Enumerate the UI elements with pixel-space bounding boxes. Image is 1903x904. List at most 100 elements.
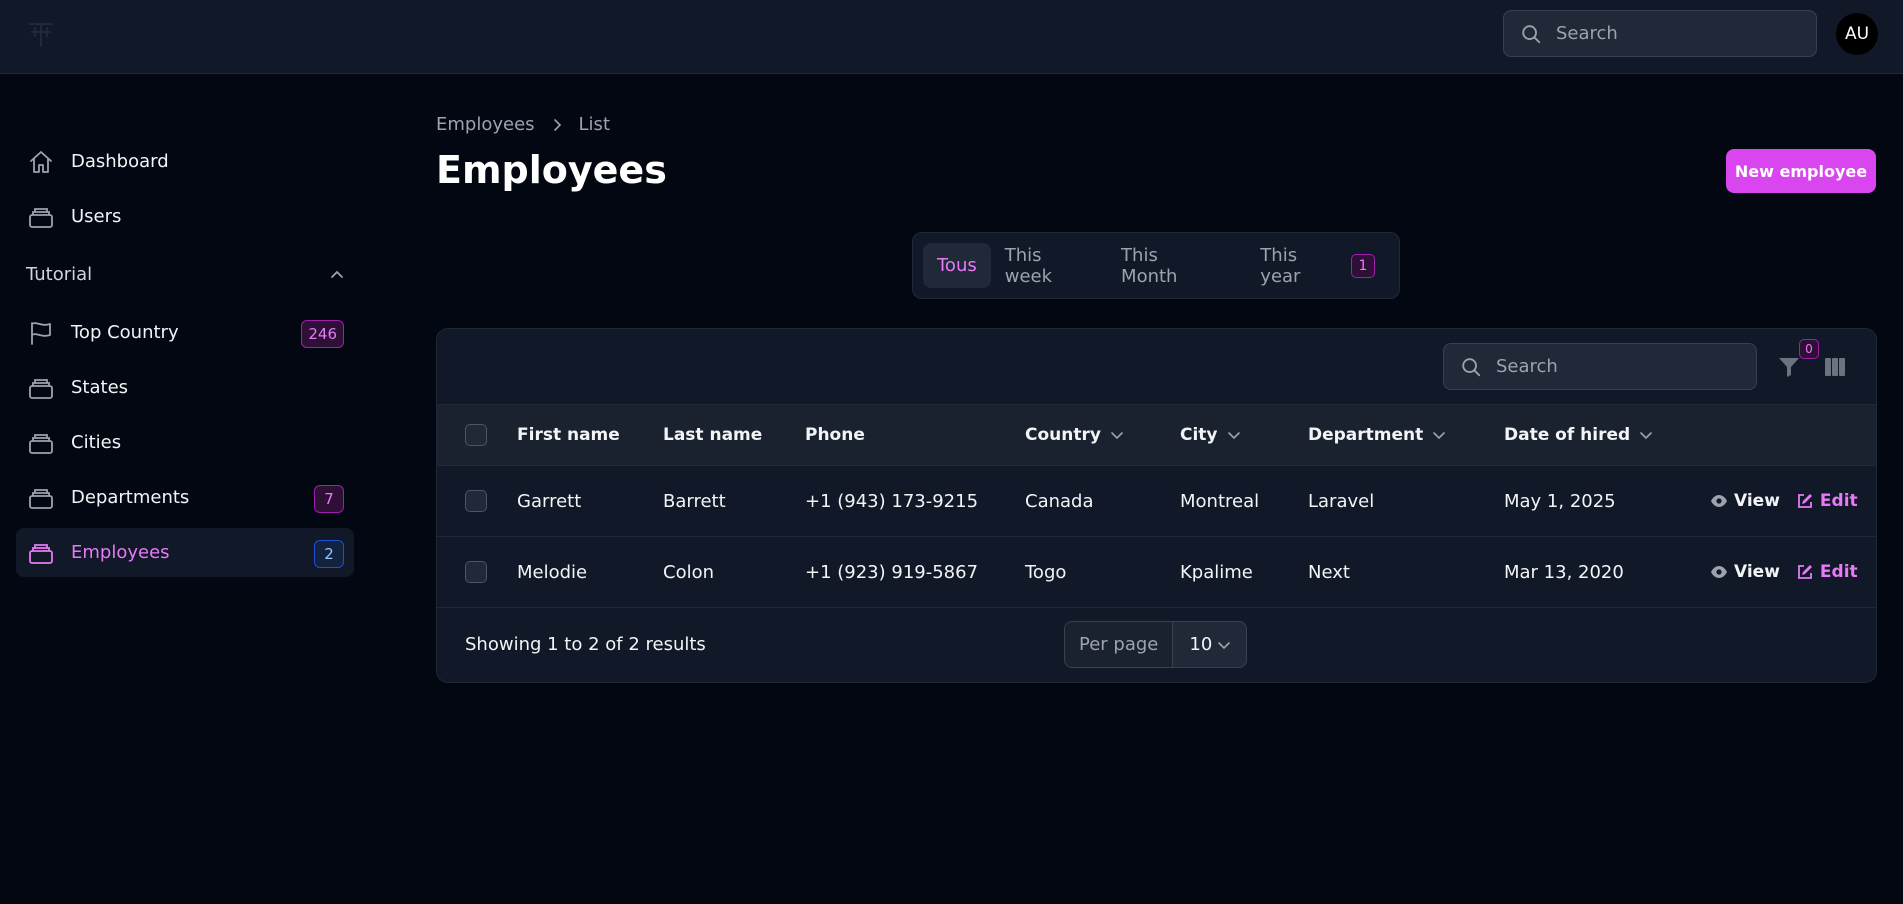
chevron-down-icon bbox=[1216, 637, 1232, 653]
global-search-input[interactable] bbox=[1556, 23, 1776, 44]
edit-icon bbox=[1796, 563, 1814, 581]
cell-phone: +1 (943) 173-9215 bbox=[805, 490, 979, 512]
chevron-down-icon bbox=[1226, 427, 1242, 443]
edit-button[interactable]: Edit bbox=[1796, 491, 1858, 511]
edit-button[interactable]: Edit bbox=[1796, 562, 1858, 582]
per-page-selected: 10 bbox=[1189, 634, 1213, 655]
top-bar: AU bbox=[0, 0, 1903, 74]
sidebar-item-label: Cities bbox=[71, 432, 122, 453]
column-header-date-of-hired[interactable]: Date of hired bbox=[1504, 405, 1654, 465]
column-header-last-name: Last name bbox=[663, 405, 762, 465]
new-employee-button[interactable]: New employee bbox=[1726, 149, 1876, 193]
chevron-down-icon bbox=[1109, 427, 1125, 443]
cell-country: Canada bbox=[1025, 490, 1094, 512]
view-button[interactable]: View bbox=[1710, 562, 1780, 582]
count-badge: 2 bbox=[314, 540, 344, 568]
row-checkbox[interactable] bbox=[465, 490, 487, 512]
cell-date-hired: May 1, 2025 bbox=[1504, 490, 1616, 512]
eye-icon bbox=[1710, 492, 1728, 510]
row-checkbox[interactable] bbox=[465, 561, 487, 583]
table-search-input[interactable] bbox=[1496, 356, 1716, 377]
stack-icon bbox=[27, 429, 55, 457]
tab-label: This year bbox=[1260, 244, 1301, 287]
flag-icon bbox=[27, 319, 55, 347]
sidebar-item-states[interactable]: States bbox=[16, 363, 354, 412]
filter-tabs: Tous This week This Month This year 1 bbox=[912, 232, 1400, 299]
page-title: Employees bbox=[436, 148, 667, 192]
cell-phone: +1 (923) 919-5867 bbox=[805, 561, 979, 583]
user-avatar[interactable]: AU bbox=[1836, 13, 1878, 55]
table-row: Melodie Colon +1 (923) 919-5867 Togo Kpa… bbox=[437, 537, 1876, 608]
column-header-first-name: First name bbox=[517, 405, 620, 465]
stack-icon bbox=[27, 539, 55, 567]
sidebar-item-label: Departments bbox=[71, 487, 190, 508]
sidebar-group-label: Tutorial bbox=[26, 264, 93, 285]
stack-icon bbox=[27, 203, 55, 231]
row-actions: View Edit bbox=[1710, 466, 1858, 536]
eye-icon bbox=[1710, 563, 1728, 581]
logo-icon[interactable] bbox=[26, 20, 56, 50]
sidebar-item-dashboard[interactable]: Dashboard bbox=[16, 137, 354, 186]
sidebar-item-top-country[interactable]: Top Country 246 bbox=[16, 308, 354, 357]
table-row: Garrett Barrett +1 (943) 173-9215 Canada… bbox=[437, 466, 1876, 537]
breadcrumb: Employees List bbox=[436, 114, 610, 135]
sidebar-item-label: States bbox=[71, 377, 129, 398]
edit-icon bbox=[1796, 492, 1814, 510]
per-page-label: Per page bbox=[1065, 622, 1174, 667]
cell-city: Montreal bbox=[1180, 490, 1260, 512]
sidebar-item-employees[interactable]: Employees 2 bbox=[16, 528, 354, 577]
edit-label: Edit bbox=[1819, 491, 1858, 511]
select-all-checkbox[interactable] bbox=[465, 424, 487, 446]
columns-icon[interactable] bbox=[1822, 354, 1848, 380]
sidebar-item-label: Top Country bbox=[71, 322, 179, 343]
tab-this-week[interactable]: This week bbox=[991, 243, 1107, 288]
tab-tous[interactable]: Tous bbox=[923, 243, 991, 288]
filter-count-badge: 0 bbox=[1799, 339, 1819, 359]
cell-country: Togo bbox=[1025, 561, 1067, 583]
breadcrumb-current: List bbox=[578, 114, 610, 135]
column-header-country[interactable]: Country bbox=[1025, 405, 1125, 465]
sidebar-item-users[interactable]: Users bbox=[16, 192, 354, 241]
per-page-value[interactable]: 10 bbox=[1173, 634, 1246, 655]
chevron-down-icon bbox=[1638, 427, 1654, 443]
tab-count-badge: 1 bbox=[1351, 253, 1375, 278]
count-badge: 7 bbox=[314, 485, 344, 513]
filter-icon[interactable] bbox=[1776, 354, 1802, 380]
cell-first-name: Melodie bbox=[517, 561, 588, 583]
sidebar-item-cities[interactable]: Cities bbox=[16, 418, 354, 467]
sidebar-item-label: Employees bbox=[71, 542, 170, 563]
row-checkbox-cell bbox=[465, 537, 487, 607]
sidebar-item-label: Dashboard bbox=[71, 151, 169, 172]
table-toolbar: 0 bbox=[437, 329, 1876, 405]
global-search[interactable] bbox=[1503, 10, 1817, 57]
breadcrumb-link-employees[interactable]: Employees bbox=[436, 114, 535, 135]
sidebar-item-departments[interactable]: Departments 7 bbox=[16, 473, 354, 522]
sidebar: Dashboard Users Tutorial Top Country 246… bbox=[0, 74, 360, 904]
pagination-summary: Showing 1 to 2 of 2 results bbox=[465, 634, 706, 655]
cell-first-name: Garrett bbox=[517, 490, 582, 512]
stack-icon bbox=[27, 484, 55, 512]
sidebar-group-tutorial[interactable]: Tutorial bbox=[26, 264, 346, 285]
cell-city: Kpalime bbox=[1180, 561, 1253, 583]
tab-this-month[interactable]: This Month bbox=[1107, 243, 1232, 288]
column-header-label: City bbox=[1180, 425, 1218, 445]
column-header-label: Country bbox=[1025, 425, 1101, 445]
cell-last-name: Barrett bbox=[663, 490, 726, 512]
view-label: View bbox=[1734, 562, 1780, 582]
cell-last-name: Colon bbox=[663, 561, 715, 583]
tab-this-year[interactable]: This year 1 bbox=[1246, 243, 1389, 288]
column-header-city[interactable]: City bbox=[1180, 405, 1242, 465]
chevron-up-icon[interactable] bbox=[328, 266, 346, 284]
view-button[interactable]: View bbox=[1710, 491, 1780, 511]
count-badge: 246 bbox=[301, 320, 344, 348]
column-header-label: Last name bbox=[663, 425, 763, 445]
column-header-department[interactable]: Department bbox=[1308, 405, 1447, 465]
search-icon bbox=[1520, 23, 1542, 45]
column-header-label: Department bbox=[1308, 425, 1424, 445]
edit-label: Edit bbox=[1819, 562, 1858, 582]
row-checkbox-cell bbox=[465, 466, 487, 536]
table-search[interactable] bbox=[1443, 343, 1757, 390]
per-page-select[interactable]: Per page 10 bbox=[1064, 621, 1247, 668]
cell-date-hired: Mar 13, 2020 bbox=[1504, 561, 1624, 583]
chevron-down-icon bbox=[1431, 427, 1447, 443]
